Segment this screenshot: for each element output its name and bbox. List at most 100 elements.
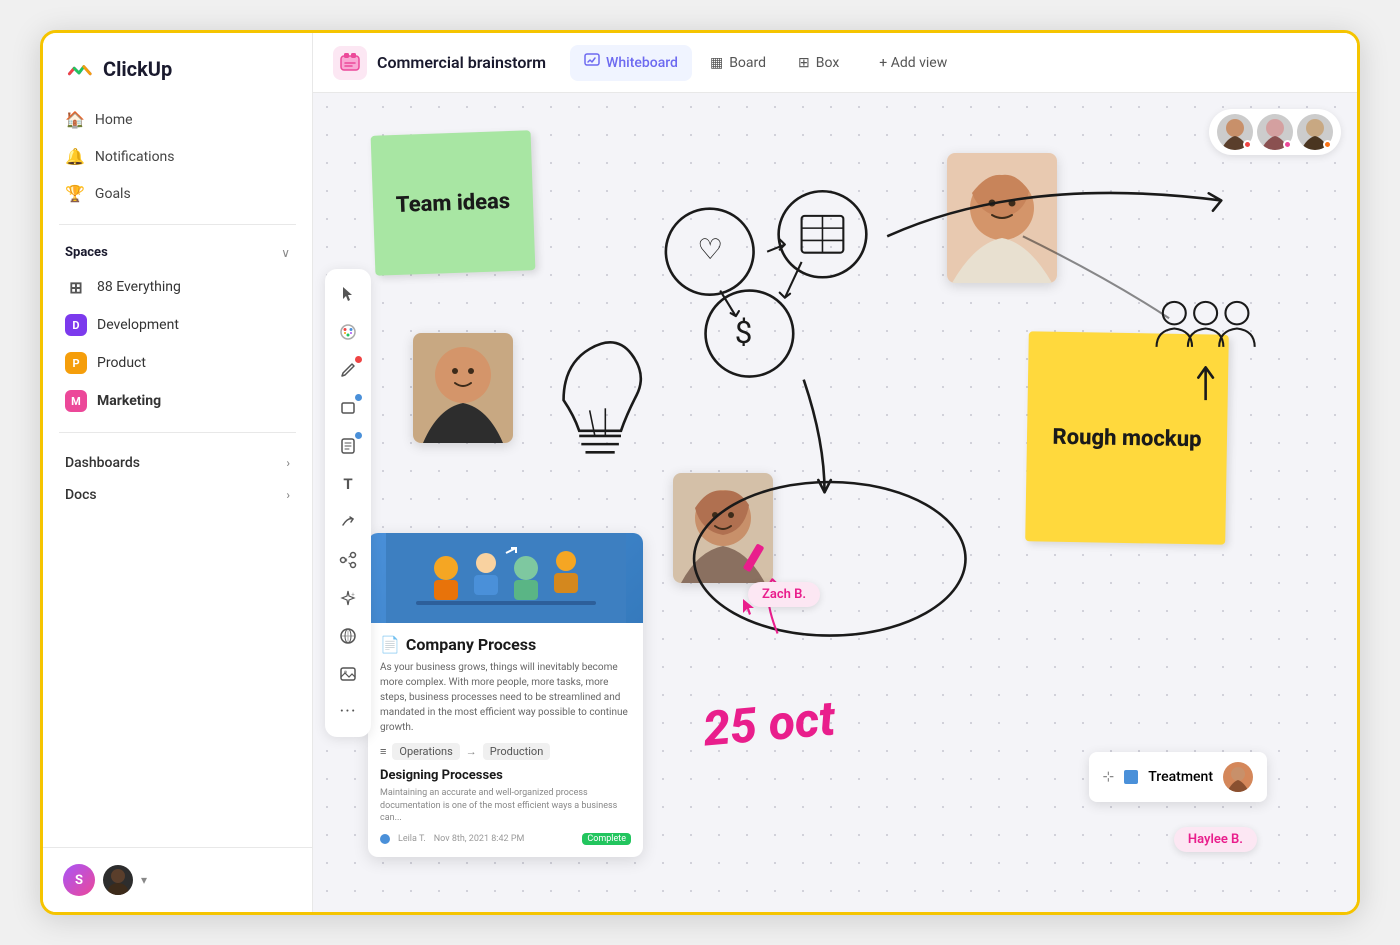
bottom-chevron-icon: ▾ bbox=[141, 873, 147, 887]
whiteboard-area[interactable]: T bbox=[313, 93, 1357, 912]
sidebar-item-development[interactable]: D Development bbox=[43, 306, 312, 344]
cursor-icon bbox=[741, 597, 757, 622]
collab-user-2 bbox=[1257, 114, 1293, 150]
collab-user-1 bbox=[1217, 114, 1253, 150]
tool-arrow[interactable] bbox=[331, 505, 365, 539]
header-tabs: Whiteboard ▦ Board ⊞ Box + Add view bbox=[570, 33, 961, 92]
nav-notifications-label: Notifications bbox=[95, 149, 175, 165]
collab-dot-2 bbox=[1283, 140, 1292, 149]
nav-home[interactable]: 🏠 Home bbox=[55, 101, 300, 138]
tool-rectangle[interactable] bbox=[331, 391, 365, 425]
tool-more[interactable]: ··· bbox=[331, 695, 365, 729]
trophy-icon: 🏆 bbox=[65, 184, 85, 203]
everything-icon: ⊞ bbox=[65, 276, 87, 298]
nav-notifications[interactable]: 🔔 Notifications bbox=[55, 138, 300, 175]
tool-palette[interactable] bbox=[331, 315, 365, 349]
nav-goals[interactable]: 🏆 Goals bbox=[55, 175, 300, 212]
everything-label: 88 Everything bbox=[97, 279, 181, 295]
collaborators-row bbox=[1209, 109, 1341, 155]
doc-card-header bbox=[368, 533, 643, 623]
page-title: Commercial brainstorm bbox=[377, 53, 546, 72]
box-tab-label: Box bbox=[816, 55, 840, 71]
marketing-badge: M bbox=[65, 390, 87, 412]
spaces-header[interactable]: Spaces ∨ bbox=[43, 237, 312, 268]
sticky-note-yellow: Rough mockup bbox=[1025, 331, 1229, 544]
product-label: Product bbox=[97, 355, 146, 371]
flow-icon: ≡ bbox=[380, 745, 386, 758]
marketing-label: Marketing bbox=[97, 393, 161, 409]
face-photo-man bbox=[413, 333, 513, 443]
collab-user-3 bbox=[1297, 114, 1333, 150]
flow-from: Operations bbox=[392, 743, 459, 760]
doc-card-footer: Leila T. Nov 8th, 2021 8:42 PM Complete bbox=[380, 833, 631, 845]
nav-home-label: Home bbox=[95, 112, 133, 128]
sidebar-logo[interactable]: ClickUp bbox=[43, 33, 312, 101]
bell-icon: 🔔 bbox=[65, 147, 85, 166]
sidebar-bottom: S ▾ bbox=[43, 847, 312, 912]
tool-note[interactable] bbox=[331, 429, 365, 463]
tab-board[interactable]: ▦ Board bbox=[696, 45, 780, 81]
tool-pen[interactable] bbox=[331, 353, 365, 387]
doc-icon: 📄 bbox=[380, 635, 400, 654]
header: Commercial brainstorm Whiteboard ▦ Board bbox=[313, 33, 1357, 93]
tool-sparkle[interactable] bbox=[331, 581, 365, 615]
tool-text[interactable]: T bbox=[331, 467, 365, 501]
tab-box[interactable]: ⊞ Box bbox=[784, 45, 853, 81]
spaces-label: Spaces bbox=[65, 245, 108, 260]
doc-card-title: 📄 Company Process bbox=[380, 635, 631, 654]
project-icon bbox=[333, 46, 367, 80]
collab-dot-1 bbox=[1243, 140, 1252, 149]
dashboards-chevron-icon: › bbox=[286, 456, 290, 470]
sidebar: ClickUp 🏠 Home 🔔 Notifications 🏆 Goals S… bbox=[43, 33, 313, 912]
left-toolbar: T bbox=[325, 269, 371, 737]
sidebar-divider-2 bbox=[59, 432, 296, 433]
tool-select[interactable] bbox=[331, 277, 365, 311]
app-wrapper: ClickUp 🏠 Home 🔔 Notifications 🏆 Goals S… bbox=[40, 30, 1360, 915]
board-tab-label: Board bbox=[729, 55, 766, 71]
nav-goals-label: Goals bbox=[95, 186, 131, 202]
whiteboard-tab-label: Whiteboard bbox=[606, 55, 678, 71]
svg-text:♡: ♡ bbox=[697, 233, 723, 267]
dashboards-section[interactable]: Dashboards › bbox=[43, 445, 312, 477]
sidebar-divider bbox=[59, 224, 296, 225]
docs-chevron-icon: › bbox=[286, 488, 290, 502]
home-icon: 🏠 bbox=[65, 110, 85, 129]
avatar-dark bbox=[103, 865, 133, 895]
flow-to: Production bbox=[483, 743, 550, 760]
sticky-green-text: Team ideas bbox=[395, 189, 510, 218]
haylee-badge: Haylee B. bbox=[1174, 827, 1257, 852]
sidebar-item-everything[interactable]: ⊞ 88 Everything bbox=[43, 268, 312, 306]
document-card[interactable]: 📄 Company Process As your business grows… bbox=[368, 533, 643, 857]
tool-image[interactable] bbox=[331, 657, 365, 691]
main-content: Commercial brainstorm Whiteboard ▦ Board bbox=[313, 33, 1357, 912]
add-view-button[interactable]: + Add view bbox=[865, 49, 961, 77]
docs-label: Docs bbox=[65, 487, 97, 503]
footer-date: Nov 8th, 2021 8:42 PM bbox=[434, 834, 525, 844]
add-view-label: + Add view bbox=[879, 55, 947, 71]
treatment-avatar bbox=[1223, 762, 1253, 792]
zach-badge: Zach B. bbox=[748, 582, 820, 607]
docs-section[interactable]: Docs › bbox=[43, 477, 312, 509]
sidebar-nav: 🏠 Home 🔔 Notifications 🏆 Goals bbox=[43, 101, 312, 212]
face-photo-woman-top bbox=[947, 153, 1057, 283]
treatment-card[interactable]: ⊹ Treatment bbox=[1089, 752, 1267, 802]
avatar-s: S bbox=[63, 864, 95, 896]
doc-card-subtitle: Designing Processes bbox=[380, 768, 631, 783]
development-badge: D bbox=[65, 314, 87, 336]
footer-name: Leila T. bbox=[398, 834, 426, 844]
sidebar-item-product[interactable]: P Product bbox=[43, 344, 312, 382]
box-tab-icon: ⊞ bbox=[798, 55, 810, 71]
product-badge: P bbox=[65, 352, 87, 374]
board-tab-icon: ▦ bbox=[710, 55, 723, 71]
collab-dot-3 bbox=[1323, 140, 1332, 149]
sticky-yellow-text: Rough mockup bbox=[1052, 424, 1201, 452]
dashboards-label: Dashboards bbox=[65, 455, 140, 471]
flow-arrow-icon: → bbox=[466, 745, 477, 758]
footer-dot bbox=[380, 834, 390, 844]
tool-globe[interactable] bbox=[331, 619, 365, 653]
tab-whiteboard[interactable]: Whiteboard bbox=[570, 45, 692, 81]
doc-card-body: 📄 Company Process As your business grows… bbox=[368, 623, 643, 857]
sidebar-item-marketing[interactable]: M Marketing bbox=[43, 382, 312, 420]
tool-connect[interactable] bbox=[331, 543, 365, 577]
spaces-chevron-icon: ∨ bbox=[281, 246, 290, 260]
